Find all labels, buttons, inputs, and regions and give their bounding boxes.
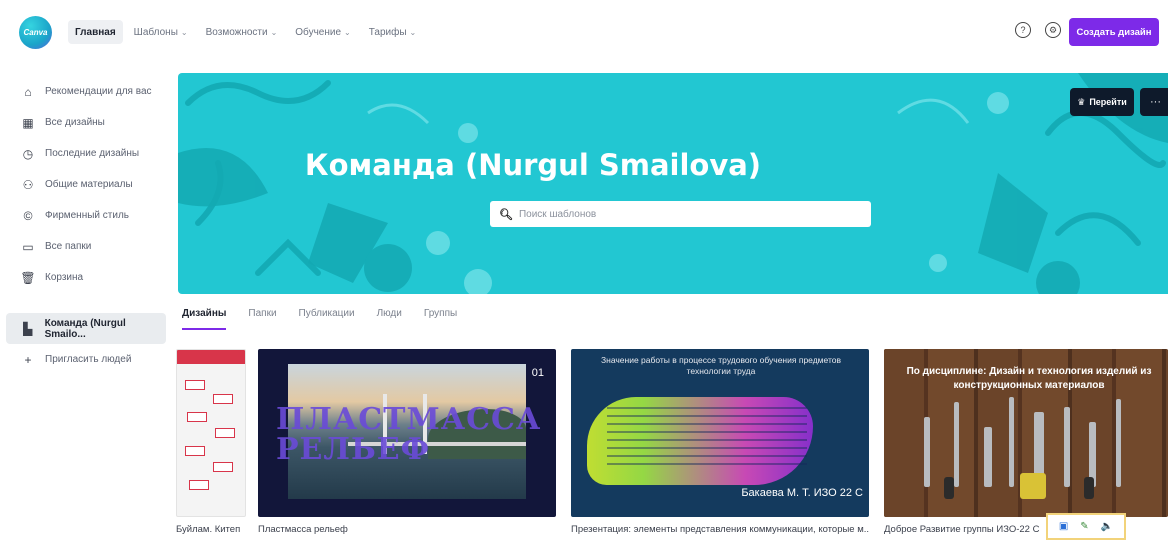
sidebar-item-shared[interactable]: ⚇ Общие материалы (0, 169, 172, 200)
grid-icon: ▦ (22, 115, 34, 130)
design-title[interactable]: Буйлам. Китеп (176, 524, 246, 535)
sidebar-item-label: Общие материалы (45, 179, 133, 190)
design-card-thumbnail[interactable]: По дисциплине: Дизайн и технология издел… (884, 349, 1168, 517)
people-icon: ⚇ (22, 177, 34, 192)
sidebar-item-label: Рекомендации для вас (45, 86, 152, 97)
content-tabs: Дизайны Папки Публикации Люди Группы (182, 304, 457, 330)
trash-icon: 🗑 (20, 270, 36, 285)
preview-author: Бакаева М. Т. ИЗО 22 С (741, 487, 863, 499)
screen-icon[interactable]: ▣ (1059, 521, 1068, 532)
chevron-down-icon: ⌄ (270, 27, 278, 37)
banner-decoration (178, 73, 1168, 294)
sidebar-item-team[interactable]: ▙ Команда (Nurgul Smailo... (6, 313, 166, 344)
tab-designs[interactable]: Дизайны (182, 304, 227, 330)
tab-publications[interactable]: Публикации (299, 304, 355, 330)
chevron-down-icon: ⌄ (180, 27, 188, 37)
brand-icon: © (23, 208, 33, 223)
crown-icon: ♛ (1077, 96, 1086, 107)
sidebar-item-trash[interactable]: 🗑 Корзина (0, 262, 172, 293)
design-card-thumbnail[interactable] (176, 349, 246, 517)
chevron-down-icon: ⌄ (344, 27, 351, 37)
sidebar-item-label: Все папки (45, 241, 92, 252)
main-nav: Главная Шаблоны ⌄ Возможности ⌄ Обучение ⌄ … (68, 20, 423, 44)
create-design-button[interactable]: Создать дизайн (1069, 18, 1159, 46)
nav-home[interactable]: Главная (68, 20, 123, 44)
team-icon: ▙ (23, 321, 33, 336)
help-circle-icon[interactable]: ? (1015, 22, 1031, 38)
pen-icon[interactable]: ✎ (1080, 521, 1088, 532)
design-card-thumbnail[interactable]: Значение работы в процессе трудового обу… (571, 349, 869, 517)
design-title[interactable]: Презентация: элементы представления комм… (571, 524, 869, 535)
team-title: Команда (Nurgul Smailova) (304, 148, 762, 182)
template-search-input[interactable]: 🔍︎ Поиск шаблонов (490, 201, 871, 227)
design-title[interactable]: Пластмасса рельеф (258, 524, 556, 535)
nav-pricing[interactable]: Тарифы ⌄ (362, 20, 424, 44)
sidebar-item-all-designs[interactable]: ▦ Все дизайны (0, 107, 172, 138)
preview-heading: Значение работы в процессе трудового обу… (600, 355, 842, 376)
chevron-down-icon: ⌄ (409, 27, 417, 37)
tab-folders[interactable]: Папки (248, 304, 276, 330)
search-icon: 🔍︎ (499, 208, 513, 221)
top-icons: ? ⚙ (1015, 22, 1061, 38)
tray-toolbar: ▣ ✎ 🔈 (1046, 513, 1126, 540)
sidebar: ⌂ Рекомендации для вас ▦ Все дизайны ◷ П… (0, 76, 172, 375)
team-banner: Команда (Nurgul Smailova) 🔍︎ Поиск шабло… (178, 73, 1168, 294)
sidebar-item-recent[interactable]: ◷ Последние дизайны (0, 138, 172, 169)
page-number: 01 (531, 367, 544, 379)
sidebar-item-folders[interactable]: ▭ Все папки (0, 231, 172, 262)
top-bar: Canva Главная Шаблоны ⌄ Возможности ⌄ Обуч… (0, 0, 1168, 62)
clock-icon: ◷ (22, 146, 34, 161)
folder-icon: ▭ (22, 239, 34, 254)
tab-people[interactable]: Люди (377, 304, 402, 330)
sidebar-item-brand[interactable]: © Фирменный стиль (0, 200, 172, 231)
search-placeholder: Поиск шаблонов (518, 208, 597, 220)
tab-groups[interactable]: Группы (424, 304, 457, 330)
more-options-button[interactable]: ··· (1140, 88, 1168, 116)
nav-learn[interactable]: Обучение ⌄ (288, 20, 357, 44)
sidebar-item-label: Последние дизайны (45, 148, 140, 159)
home-icon: ⌂ (24, 84, 32, 99)
canva-logo[interactable]: Canva (19, 16, 52, 49)
nav-features[interactable]: Возможности ⌄ (199, 20, 285, 44)
design-card-thumbnail[interactable]: ПЛАСТМАССА РЕЛЬЕФ 01 (258, 349, 556, 517)
speaker-icon[interactable]: 🔈 (1101, 521, 1113, 532)
settings-gear-icon[interactable]: ⚙ (1045, 22, 1061, 38)
sidebar-item-label: Все дизайны (45, 117, 105, 128)
plus-icon: + (24, 352, 32, 367)
nav-templates[interactable]: Шаблоны ⌄ (127, 20, 195, 44)
sidebar-item-label: Фирменный стиль (45, 210, 129, 221)
design-title[interactable]: Доброе Развитие группы ИЗО-22 С (884, 524, 1044, 535)
sidebar-item-label: Пригласить людей (45, 354, 132, 365)
sidebar-item-recommended[interactable]: ⌂ Рекомендации для вас (0, 76, 172, 107)
preview-title: ПЛАСТМАССА РЕЛЬЕФ (276, 402, 542, 467)
preview-heading: По дисциплине: Дизайн и технология издел… (906, 366, 1152, 391)
sidebar-item-label: Команда (Nurgul Smailo... (44, 317, 126, 340)
sidebar-item-label: Корзина (45, 272, 84, 283)
sidebar-item-invite[interactable]: + Пригласить людей (0, 344, 172, 375)
upgrade-button[interactable]: ♛ Перейти (1070, 88, 1134, 116)
